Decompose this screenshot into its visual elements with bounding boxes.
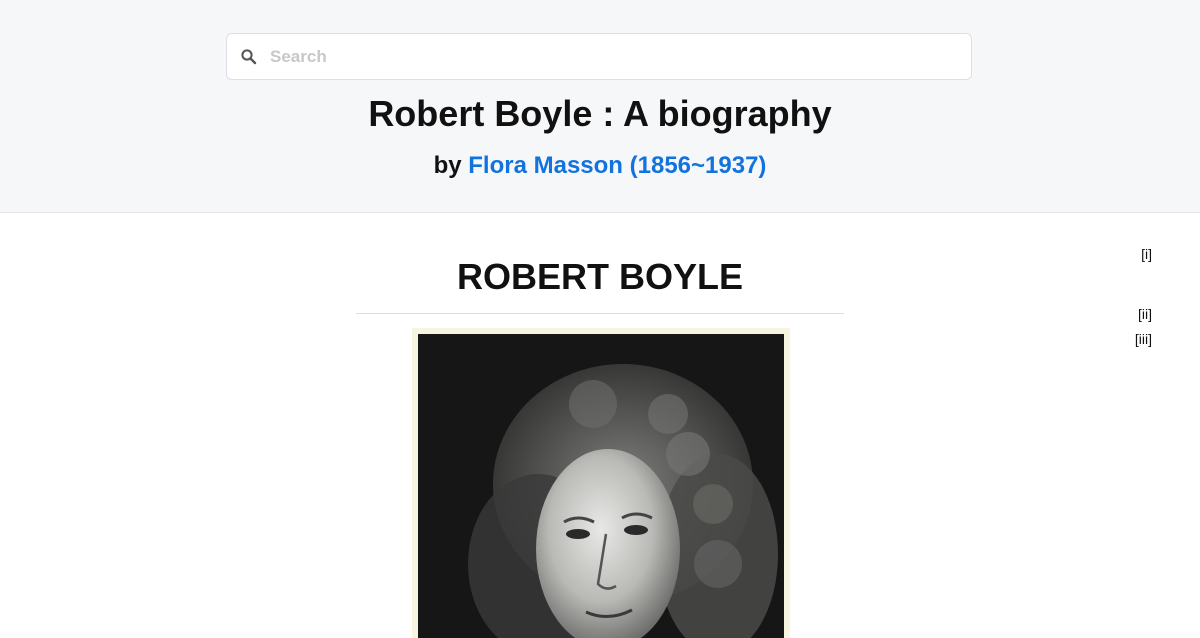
- portrait-frame: [412, 328, 790, 638]
- page-marker-i[interactable]: [i]: [1141, 246, 1152, 262]
- heading-divider: [356, 313, 844, 314]
- content-heading: ROBERT BOYLE: [456, 256, 743, 297]
- search-box[interactable]: [226, 33, 972, 80]
- book-title: Robert Boyle : A biography: [368, 93, 832, 134]
- author-link[interactable]: Flora Masson (1856~1937): [468, 152, 766, 179]
- page-marker-iii[interactable]: [iii]: [1135, 331, 1152, 347]
- page-marker-ii[interactable]: [ii]: [1138, 306, 1152, 322]
- byline: by Flora Masson (1856~1937): [0, 151, 1200, 181]
- search-icon: [240, 48, 258, 66]
- portrait-image: [418, 334, 784, 638]
- by-label: by: [433, 152, 469, 179]
- search-input[interactable]: [270, 34, 960, 79]
- header: Robert Boyle : A biography by Flora Mass…: [0, 0, 1200, 213]
